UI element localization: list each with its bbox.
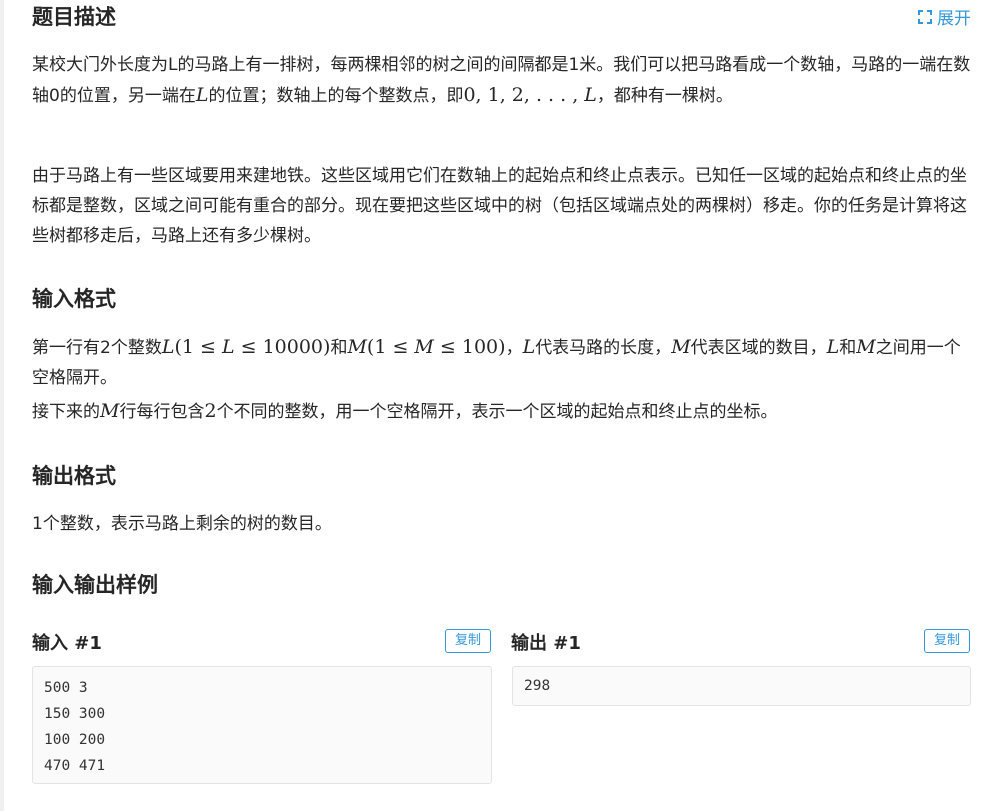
description-paragraph-2: 由于马路上有一些区域要用来建地铁。这些区域用它们在数轴上的起始点和终止点表示。已… [32, 166, 967, 246]
samples-heading: 输入输出样例 [32, 573, 158, 597]
expand-button[interactable]: 展开 [917, 4, 971, 29]
sample-output-title: 输出 #1 [511, 633, 581, 654]
sample-input-line: 100 200 [44, 732, 106, 748]
description-paragraph-1: 某校大门外长度为L的马路上有一排树，每两棵相邻的树之间的间隔都是1米。我们可以把… [32, 55, 971, 106]
expand-label: 展开 [937, 9, 971, 29]
expand-icon [918, 9, 932, 24]
sample-input-line: 470 471 [44, 758, 106, 774]
input-format-line-1: 第一行有2个整数L(1 ≤ L ≤ 10000)和M(1 ≤ M ≤ 100)，… [32, 336, 961, 388]
input-format-heading: 输入格式 [32, 287, 116, 311]
sample-output-line: 298 [524, 678, 551, 694]
sample-output-box: 298 [512, 666, 971, 706]
description-heading: 题目描述 [32, 5, 116, 29]
sample-input-line: 150 300 [44, 706, 106, 722]
input-format-line-2: 接下来的M行每行包含2个不同的整数，用一个空格隔开，表示一个区域的起始点和终止点… [32, 400, 778, 422]
left-edge-divider [0, 0, 4, 811]
sample-input-line: 500 3 [44, 680, 88, 696]
copy-input-button[interactable]: 复制 [445, 629, 491, 653]
copy-output-button[interactable]: 复制 [924, 629, 970, 653]
sample-input-box: 500 3 150 300 100 200 470 471 [32, 666, 492, 784]
output-format-text: 1个整数，表示马路上剩余的树的数目。 [32, 514, 332, 534]
output-format-heading: 输出格式 [32, 464, 116, 488]
sample-input-title: 输入 #1 [32, 633, 102, 654]
